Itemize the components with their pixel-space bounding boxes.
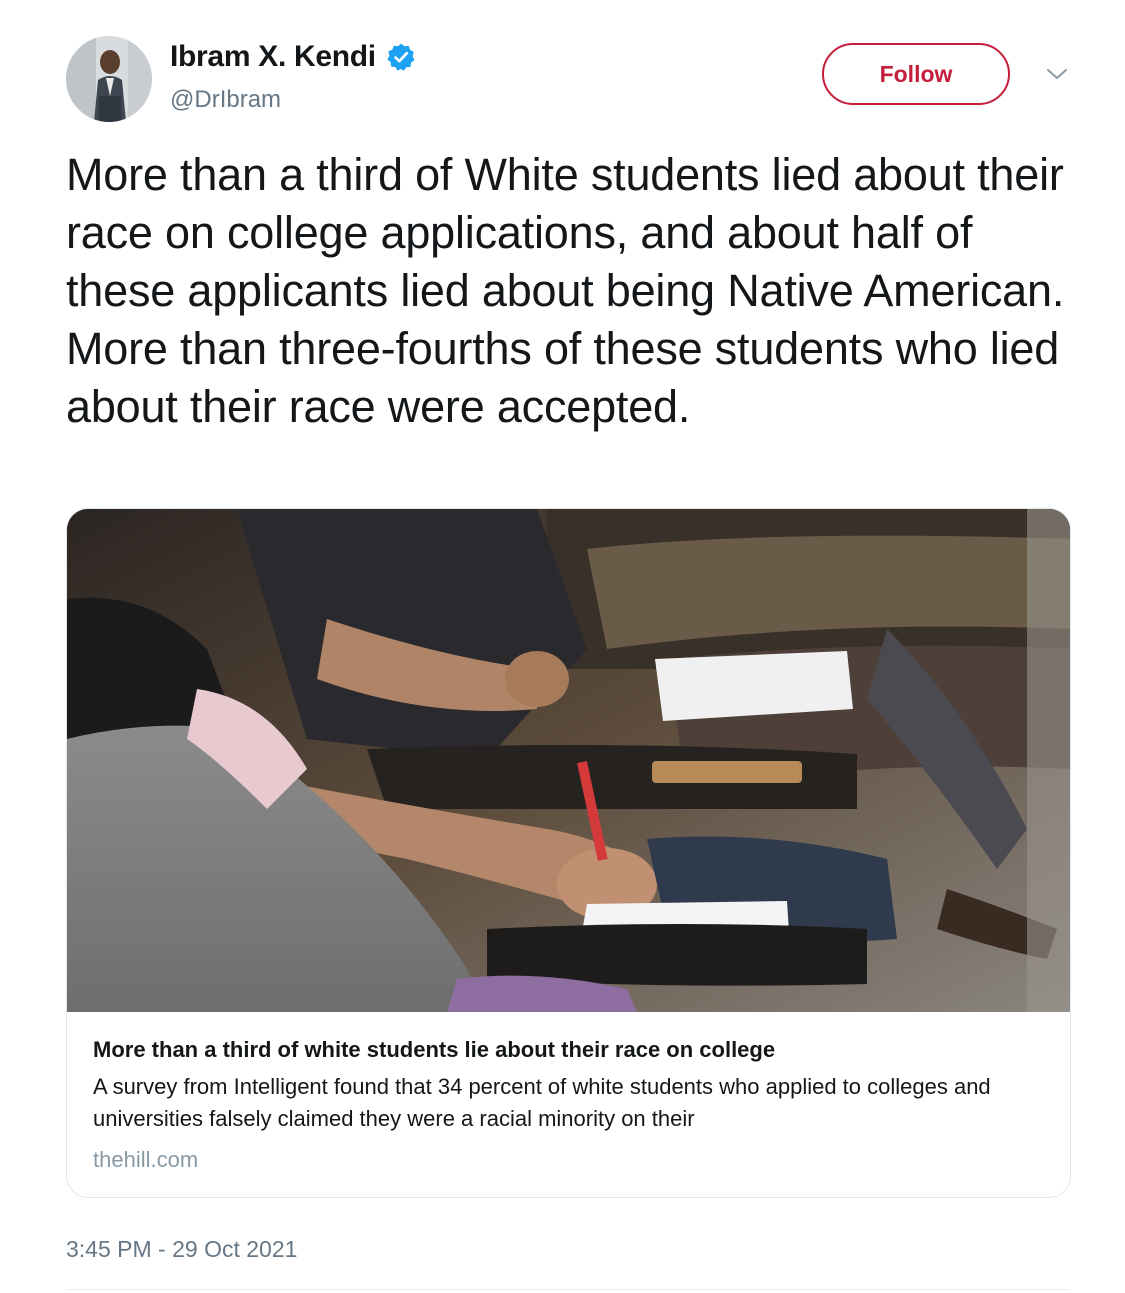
chevron-down-icon[interactable]: [1044, 64, 1070, 84]
tweet-text: More than a third of White students lied…: [66, 149, 1065, 432]
divider: [66, 1289, 1070, 1290]
tweet: Ibram X. Kendi @DrIbram Follow More than…: [0, 0, 1125, 1293]
verified-badge-icon: [386, 42, 416, 72]
follow-button[interactable]: Follow: [822, 43, 1010, 105]
author-display-name[interactable]: Ibram X. Kendi: [170, 40, 376, 74]
author-handle[interactable]: @DrIbram: [170, 86, 281, 114]
avatar-photo: [66, 36, 152, 122]
card-image: [67, 509, 1070, 1012]
card-domain[interactable]: thehill.com: [93, 1145, 1044, 1175]
card-text: More than a third of white students lie …: [93, 1035, 1044, 1175]
card-description: A survey from Intelligent found that 34 …: [93, 1074, 991, 1131]
avatar[interactable]: [66, 36, 152, 122]
link-preview-card[interactable]: More than a third of white students lie …: [66, 508, 1071, 1198]
author-name-row: Ibram X. Kendi: [170, 40, 416, 74]
tweet-timestamp[interactable]: 3:45 PM - 29 Oct 2021: [66, 1236, 297, 1263]
card-title[interactable]: More than a third of white students lie …: [93, 1035, 1044, 1065]
